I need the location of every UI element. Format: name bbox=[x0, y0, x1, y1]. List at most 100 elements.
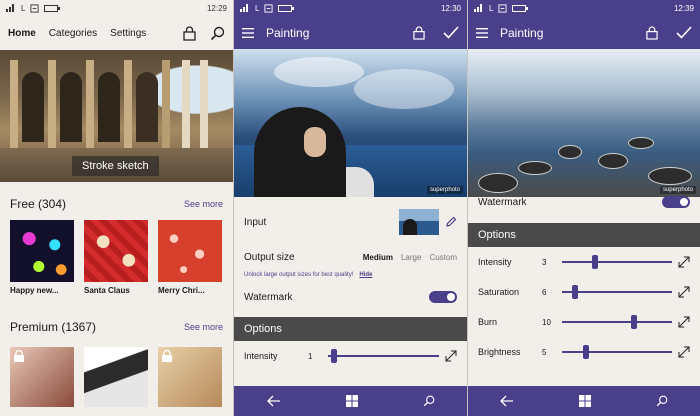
watermark-toggle[interactable] bbox=[429, 291, 457, 303]
output-size-option-medium[interactable]: Medium bbox=[363, 253, 393, 262]
slider-value: 5 bbox=[542, 347, 547, 357]
hide-hint-link[interactable]: Hide bbox=[359, 272, 372, 278]
expand-icon[interactable] bbox=[678, 346, 690, 358]
home-screen: L 12:29 Home Categories Settings Stroke … bbox=[0, 0, 233, 416]
slider-value: 1 bbox=[308, 351, 313, 361]
search-icon[interactable] bbox=[210, 26, 225, 41]
app-bar-title: Painting bbox=[500, 25, 544, 40]
status-bar: L 12:30 bbox=[234, 0, 467, 16]
slider-thumb[interactable] bbox=[572, 285, 579, 299]
lock-icon[interactable] bbox=[413, 25, 425, 40]
output-size-selector: Medium Large Custom bbox=[363, 253, 457, 262]
tab-categories[interactable]: Categories bbox=[49, 28, 97, 39]
network-label: L bbox=[489, 3, 494, 13]
battery-icon bbox=[278, 4, 295, 12]
expand-icon[interactable] bbox=[678, 316, 690, 328]
slider-label: Intensity bbox=[478, 257, 512, 267]
slider-row-brightness: Brightness 5 bbox=[468, 337, 700, 367]
watermark-label: Watermark bbox=[478, 196, 527, 208]
output-size-option-custom[interactable]: Custom bbox=[429, 253, 457, 262]
battery-icon bbox=[44, 4, 61, 12]
slider-track[interactable] bbox=[562, 285, 672, 299]
app-bar: Painting bbox=[468, 16, 700, 49]
effect-thumbnail bbox=[158, 220, 222, 282]
effect-thumbnail bbox=[10, 220, 74, 282]
slider-track[interactable] bbox=[562, 345, 672, 359]
slider-row-intensity: Intensity 1 bbox=[234, 341, 467, 371]
lock-icon[interactable] bbox=[646, 25, 658, 40]
back-arrow-icon[interactable] bbox=[500, 395, 514, 407]
checkmark-icon[interactable] bbox=[443, 26, 459, 39]
slider-thumb[interactable] bbox=[583, 345, 590, 359]
premium-section-title: Premium (1367) bbox=[10, 320, 97, 334]
back-arrow-icon[interactable] bbox=[266, 395, 281, 407]
battery-icon bbox=[512, 4, 529, 12]
expand-icon[interactable] bbox=[678, 286, 690, 298]
free-section-title: Free (304) bbox=[10, 197, 67, 211]
network-label: L bbox=[21, 3, 26, 13]
slider-thumb[interactable] bbox=[330, 349, 337, 363]
input-thumbnail[interactable] bbox=[399, 209, 439, 235]
painting-screen-scrolled: L 12:39 Painting superphoto Watermark Op… bbox=[468, 0, 700, 416]
signal-icon bbox=[240, 4, 250, 12]
output-size-label: Output size bbox=[244, 251, 295, 263]
watermark-overlay: superphoto bbox=[426, 186, 463, 194]
effect-tile[interactable] bbox=[84, 347, 148, 407]
input-row: Input bbox=[234, 197, 467, 247]
edit-pencil-icon[interactable] bbox=[445, 216, 457, 228]
notification-icon bbox=[498, 3, 508, 13]
expand-icon[interactable] bbox=[445, 350, 457, 362]
premium-section-header: Premium (1367) See more bbox=[0, 315, 233, 339]
expand-icon[interactable] bbox=[678, 256, 690, 268]
lock-icon bbox=[14, 350, 24, 362]
tab-home[interactable]: Home bbox=[8, 28, 36, 39]
signal-icon bbox=[474, 4, 484, 12]
effect-tile[interactable]: Merry Chri... bbox=[158, 220, 222, 295]
checkmark-icon[interactable] bbox=[676, 26, 692, 39]
slider-thumb[interactable] bbox=[630, 315, 637, 329]
slider-value: 6 bbox=[542, 287, 547, 297]
hamburger-menu-icon[interactable] bbox=[242, 27, 254, 38]
watermark-overlay: superphoto bbox=[659, 186, 696, 194]
watermark-toggle[interactable] bbox=[662, 196, 690, 208]
effect-thumbnail bbox=[84, 220, 148, 282]
output-size-option-large[interactable]: Large bbox=[401, 253, 421, 262]
preview-image: superphoto bbox=[234, 49, 467, 197]
effect-label: Happy new... bbox=[10, 286, 59, 295]
notification-icon bbox=[264, 3, 274, 13]
windows-start-icon[interactable] bbox=[578, 395, 591, 407]
slider-track[interactable] bbox=[562, 255, 672, 269]
lock-icon[interactable] bbox=[183, 25, 196, 41]
effect-tile[interactable] bbox=[158, 347, 222, 407]
effect-tile[interactable]: Happy new... bbox=[10, 220, 74, 295]
free-effects-list: Happy new... Santa Claus Merry Chri... bbox=[0, 220, 233, 295]
search-icon[interactable] bbox=[656, 395, 668, 407]
clock: 12:29 bbox=[206, 3, 227, 13]
network-label: L bbox=[255, 3, 260, 13]
painting-screen-top: L 12:30 Painting superphoto Input Output… bbox=[234, 0, 467, 416]
hamburger-menu-icon[interactable] bbox=[476, 27, 488, 38]
premium-see-more-link[interactable]: See more bbox=[184, 322, 223, 332]
banner-caption: Stroke sketch bbox=[72, 156, 159, 176]
preview-image: superphoto bbox=[468, 49, 700, 197]
tab-settings[interactable]: Settings bbox=[110, 28, 146, 39]
free-see-more-link[interactable]: See more bbox=[184, 199, 223, 209]
slider-track[interactable] bbox=[562, 315, 672, 329]
effect-label: Merry Chri... bbox=[158, 286, 205, 295]
output-size-row: Output size Medium Large Custom bbox=[234, 247, 467, 267]
options-title: Options bbox=[478, 229, 516, 241]
options-title: Options bbox=[244, 323, 282, 335]
options-header: Options bbox=[234, 317, 467, 341]
windows-start-icon[interactable] bbox=[345, 395, 358, 407]
watermark-label: Watermark bbox=[244, 291, 293, 303]
slider-label: Burn bbox=[478, 317, 498, 327]
lock-icon bbox=[162, 350, 172, 362]
slider-track[interactable] bbox=[328, 349, 439, 363]
slider-row-intensity: Intensity 3 bbox=[468, 247, 700, 277]
search-icon[interactable] bbox=[423, 395, 435, 407]
featured-banner[interactable]: Stroke sketch bbox=[0, 50, 233, 182]
effect-tile[interactable] bbox=[10, 347, 74, 407]
slider-thumb[interactable] bbox=[592, 255, 598, 269]
status-bar: L 12:29 bbox=[0, 0, 233, 16]
effect-tile[interactable]: Santa Claus bbox=[84, 220, 148, 295]
